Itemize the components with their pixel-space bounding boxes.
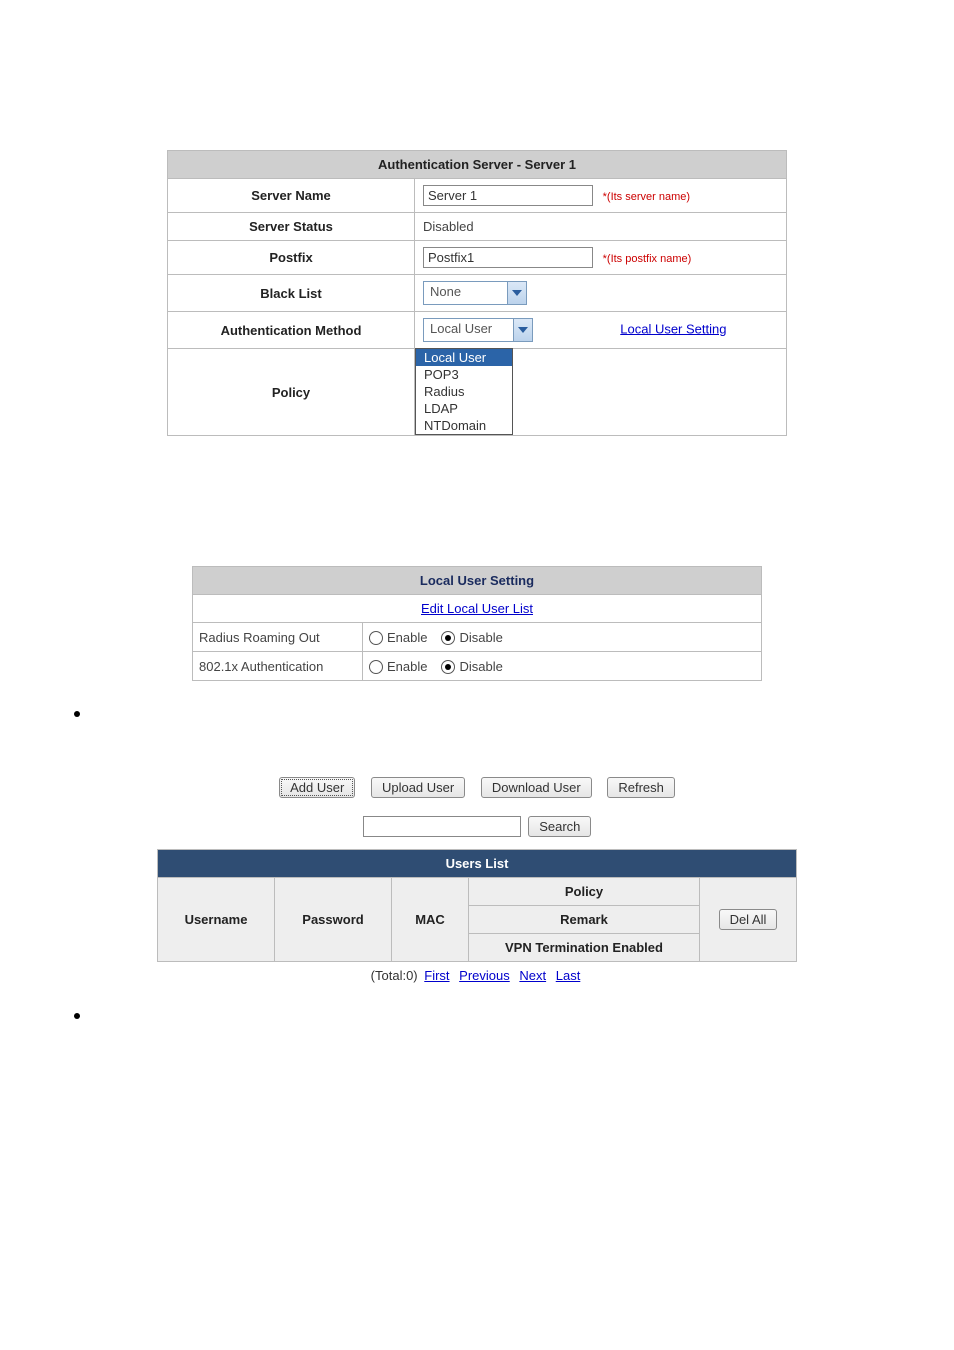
pager-next[interactable]: Next bbox=[519, 968, 546, 983]
chevron-down-icon bbox=[513, 319, 532, 341]
add-user-button[interactable]: Add User bbox=[279, 777, 355, 798]
col-policy: Policy bbox=[469, 878, 700, 906]
del-all-button[interactable]: Del All bbox=[719, 909, 778, 930]
local-user-setting-link[interactable]: Local User Setting bbox=[620, 321, 726, 336]
enable-radio[interactable] bbox=[369, 631, 383, 645]
bullet-icon bbox=[74, 711, 80, 717]
postfix-hint: *(Its postfix name) bbox=[603, 253, 692, 265]
col-username: Username bbox=[158, 878, 275, 962]
local-setting-options: Enable Disable bbox=[363, 652, 762, 681]
users-toolbar: Add User Upload User Download User Refre… bbox=[0, 777, 954, 798]
upload-user-button[interactable]: Upload User bbox=[371, 777, 465, 798]
auth-title: Authentication Server - Server 1 bbox=[168, 151, 787, 179]
blacklist-select[interactable]: None bbox=[423, 281, 527, 305]
local-user-setting-panel: Local User Setting Edit Local User List … bbox=[192, 566, 762, 681]
chevron-down-icon bbox=[507, 282, 526, 304]
local-setting-options: Enable Disable bbox=[363, 623, 762, 652]
server-status-value: Disabled bbox=[415, 213, 787, 241]
users-pager: (Total:0) First Previous Next Last bbox=[0, 968, 954, 983]
users-list-panel: Users List Username Password MAC Policy … bbox=[157, 849, 797, 962]
server-status-label: Server Status bbox=[168, 213, 415, 241]
col-remark: Remark bbox=[469, 906, 700, 934]
users-list-title: Users List bbox=[158, 850, 797, 878]
server-name-input[interactable] bbox=[423, 185, 593, 206]
disable-label: Disable bbox=[459, 659, 502, 674]
enable-radio[interactable] bbox=[369, 660, 383, 674]
auth-method-option[interactable]: NTDomain bbox=[416, 417, 512, 434]
local-setting-label: Radius Roaming Out bbox=[193, 623, 363, 652]
auth-server-panel: Authentication Server - Server 1 Server … bbox=[167, 150, 787, 436]
edit-local-user-list-link[interactable]: Edit Local User List bbox=[421, 601, 533, 616]
pager-first[interactable]: First bbox=[424, 968, 449, 983]
auth-method-option[interactable]: Local User bbox=[416, 349, 512, 366]
col-password: Password bbox=[275, 878, 392, 962]
pager-last[interactable]: Last bbox=[556, 968, 581, 983]
server-name-hint: *(Its server name) bbox=[603, 191, 690, 203]
blacklist-label: Black List bbox=[168, 275, 415, 312]
postfix-label: Postfix bbox=[168, 241, 415, 275]
enable-label: Enable bbox=[387, 659, 427, 674]
server-name-label: Server Name bbox=[168, 179, 415, 213]
pager-previous[interactable]: Previous bbox=[459, 968, 510, 983]
disable-radio[interactable] bbox=[441, 660, 455, 674]
pager-total: (Total:0) bbox=[371, 968, 418, 983]
local-setting-label: 802.1x Authentication bbox=[193, 652, 363, 681]
auth-method-option[interactable]: LDAP bbox=[416, 400, 512, 417]
enable-label: Enable bbox=[387, 630, 427, 645]
disable-radio[interactable] bbox=[441, 631, 455, 645]
auth-method-dropdown[interactable]: Local UserPOP3RadiusLDAPNTDomain bbox=[415, 348, 513, 435]
refresh-button[interactable]: Refresh bbox=[607, 777, 675, 798]
auth-method-option[interactable]: Radius bbox=[416, 383, 512, 400]
search-button[interactable]: Search bbox=[528, 816, 591, 837]
auth-method-select[interactable]: Local User bbox=[423, 318, 533, 342]
auth-method-label: Authentication Method bbox=[168, 312, 415, 349]
disable-label: Disable bbox=[459, 630, 502, 645]
local-title: Local User Setting bbox=[193, 567, 762, 595]
auth-method-option[interactable]: POP3 bbox=[416, 366, 512, 383]
search-row: Search bbox=[0, 816, 954, 837]
col-vpn: VPN Termination Enabled bbox=[469, 934, 700, 962]
policy-label: Policy bbox=[168, 349, 415, 436]
bullet-icon bbox=[74, 1013, 80, 1019]
col-mac: MAC bbox=[392, 878, 469, 962]
postfix-input[interactable] bbox=[423, 247, 593, 268]
search-input[interactable] bbox=[363, 816, 521, 837]
download-user-button[interactable]: Download User bbox=[481, 777, 592, 798]
